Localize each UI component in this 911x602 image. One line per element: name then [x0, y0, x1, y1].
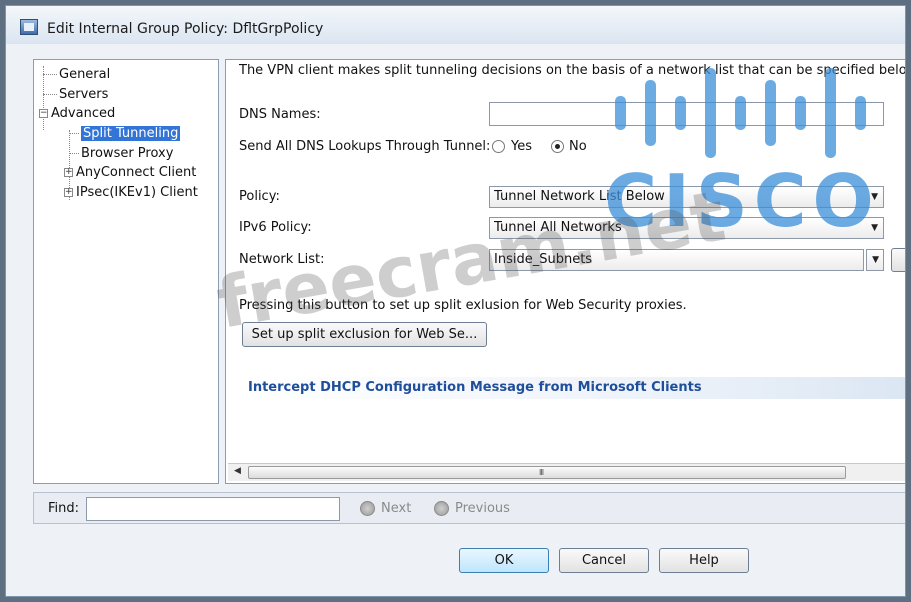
- cisco-logo-watermark: CISCO: [604, 68, 877, 243]
- horizontal-scrollbar[interactable]: ◀ III: [228, 463, 905, 481]
- ok-button[interactable]: OK: [459, 548, 549, 573]
- tree-item-servers[interactable]: Servers: [43, 86, 108, 104]
- expand-icon[interactable]: +: [64, 168, 73, 177]
- tree-item-browser-proxy[interactable]: Browser Proxy: [69, 145, 173, 163]
- ipv6-policy-label: IPv6 Policy:: [239, 220, 312, 235]
- navigation-tree: General Servers − Advanced Split Tunnelin…: [33, 59, 219, 484]
- find-bar: Find: Next Previous: [33, 492, 905, 524]
- scroll-left-icon[interactable]: ◀: [234, 466, 241, 476]
- network-list-label: Network List:: [239, 252, 325, 267]
- tree-item-anyconnect-client[interactable]: + AnyConnect Client: [64, 164, 196, 182]
- ipv6-policy-value: Tunnel All Networks: [494, 220, 622, 235]
- title-bar: Edit Internal Group Policy: DfltGrpPolic…: [6, 6, 905, 44]
- policy-label: Policy:: [239, 189, 280, 204]
- tree-item-advanced[interactable]: − Advanced: [39, 105, 115, 123]
- asdm-app-icon: [20, 19, 38, 35]
- dns-yes-label: Yes: [511, 139, 532, 154]
- network-list-value: Inside_Subnets: [494, 252, 593, 267]
- previous-button[interactable]: Previous: [455, 501, 510, 516]
- cancel-button[interactable]: Cancel: [559, 548, 649, 573]
- next-icon[interactable]: [360, 501, 375, 516]
- previous-icon[interactable]: [434, 501, 449, 516]
- help-button[interactable]: Help: [659, 548, 749, 573]
- dns-no-radio[interactable]: [551, 140, 564, 153]
- find-input[interactable]: [86, 497, 340, 521]
- cisco-logo-icon: CISCO: [604, 68, 877, 243]
- expand-icon[interactable]: +: [64, 188, 73, 197]
- manage-network-list-button[interactable]: [891, 248, 905, 272]
- proxy-note: Pressing this button to set up split exl…: [239, 298, 687, 313]
- dns-no-label: No: [569, 139, 587, 154]
- scroll-grip: III: [539, 468, 544, 477]
- tree-item-general[interactable]: General: [43, 66, 110, 84]
- window-title: Edit Internal Group Policy: DfltGrpPolic…: [47, 21, 324, 37]
- find-label: Find:: [48, 501, 80, 516]
- cisco-wordmark: CISCO: [607, 159, 877, 238]
- tree-item-ipsec-client[interactable]: + IPsec(IKEv1) Client: [64, 184, 198, 202]
- scrollbar-thumb[interactable]: III: [248, 466, 846, 479]
- dropdown-arrow-icon: ▼: [872, 255, 879, 265]
- network-list-dropdown-button[interactable]: ▼: [866, 249, 884, 271]
- dialog-window: Edit Internal Group Policy: DfltGrpPolic…: [5, 5, 906, 597]
- dns-names-label: DNS Names:: [239, 107, 321, 122]
- network-list-select[interactable]: Inside_Subnets: [489, 249, 864, 271]
- tree-item-split-tunneling[interactable]: Split Tunneling: [69, 125, 181, 143]
- next-button[interactable]: Next: [381, 501, 411, 516]
- send-dns-label: Send All DNS Lookups Through Tunnel:: [239, 139, 491, 154]
- split-exclusion-button[interactable]: Set up split exclusion for Web Se...: [242, 322, 487, 347]
- intercept-dhcp-heading: Intercept DHCP Configuration Message fro…: [242, 377, 905, 399]
- collapse-icon[interactable]: −: [39, 109, 48, 118]
- dns-yes-radio[interactable]: [492, 140, 505, 153]
